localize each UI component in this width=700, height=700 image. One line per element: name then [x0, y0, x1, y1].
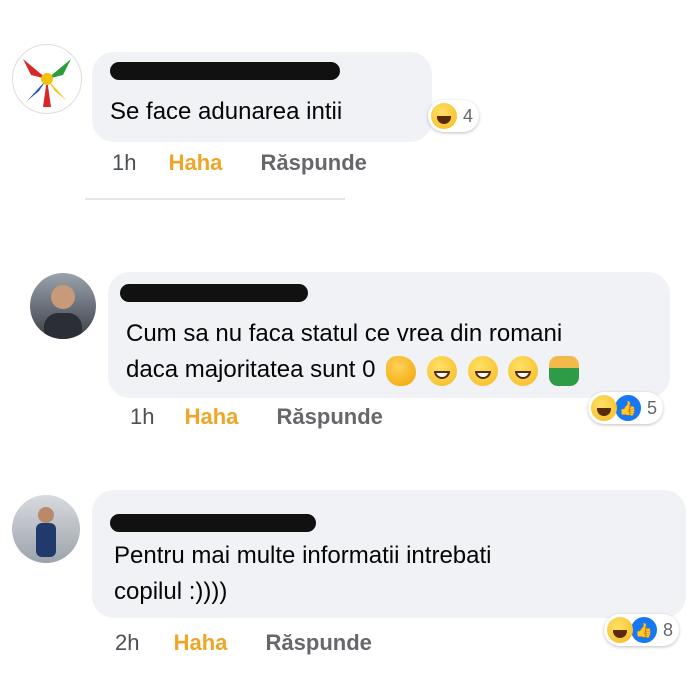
person-photo-icon — [36, 507, 56, 557]
comment-bubble: Se face adunarea intii — [92, 52, 432, 142]
comment-text-line-1: Cum sa nu faca statul ce vrea din romani — [126, 320, 563, 347]
comment-time[interactable]: 1h — [112, 150, 136, 175]
avatar[interactable] — [12, 44, 82, 114]
avatar[interactable] — [12, 495, 80, 563]
comment-text-line-2-text: daca majoritatea sunt 0 — [126, 356, 376, 383]
reply-button[interactable]: Răspunde — [266, 630, 372, 655]
reaction-count: 8 — [663, 619, 674, 640]
author-name-redacted — [110, 62, 340, 80]
comment-meta: 1h Haha Răspunde — [130, 404, 383, 430]
comment-text-line-2: copilul :)))) — [114, 578, 228, 605]
reaction-count: 5 — [647, 397, 658, 418]
clapping-hands-icon — [386, 355, 417, 386]
haha-button[interactable]: Haha — [169, 150, 223, 175]
comment-meta: 2h Haha Răspunde — [115, 630, 372, 656]
reaction-summary[interactable]: 👍 5 — [588, 392, 664, 424]
reaction-summary[interactable]: 4 — [428, 100, 480, 132]
like-reaction-icon: 👍 — [613, 393, 643, 423]
avatar[interactable] — [30, 273, 96, 339]
author-name-redacted — [120, 284, 308, 302]
comment-bubble: Pentru mai multe informatii intrebati co… — [92, 490, 686, 618]
comment-bubble: Cum sa nu faca statul ce vrea din romani… — [108, 272, 670, 398]
comment-time[interactable]: 1h — [130, 404, 154, 429]
person-photo-icon — [44, 285, 82, 339]
comment-time[interactable]: 2h — [115, 630, 139, 655]
reaction-count: 4 — [463, 105, 474, 126]
haha-button[interactable]: Haha — [185, 404, 239, 429]
haha-button[interactable]: Haha — [174, 630, 228, 655]
comment-text: Se face adunarea intii — [110, 98, 343, 125]
haha-reaction-icon — [607, 617, 633, 643]
reply-button[interactable]: Răspunde — [261, 150, 367, 175]
comment-meta: 1h Haha Răspunde — [112, 150, 367, 176]
comment-text-line-2: daca majoritatea sunt 0 — [126, 352, 579, 387]
grinning-face-icon — [508, 355, 539, 386]
author-name-redacted — [110, 514, 316, 532]
rolling-laughing-icon — [426, 355, 457, 386]
ribbon-icon — [23, 59, 71, 107]
reply-button[interactable]: Răspunde — [277, 404, 383, 429]
like-reaction-icon: 👍 — [629, 615, 659, 645]
haha-reaction-icon — [591, 395, 617, 421]
grinning-face-icon — [467, 355, 498, 386]
divider — [85, 198, 345, 200]
haha-reaction-icon — [431, 103, 457, 129]
reaction-summary[interactable]: 👍 8 — [604, 614, 680, 646]
person-shrugging-icon — [548, 355, 579, 386]
comment-text-line-1: Pentru mai multe informatii intrebati — [114, 542, 492, 569]
